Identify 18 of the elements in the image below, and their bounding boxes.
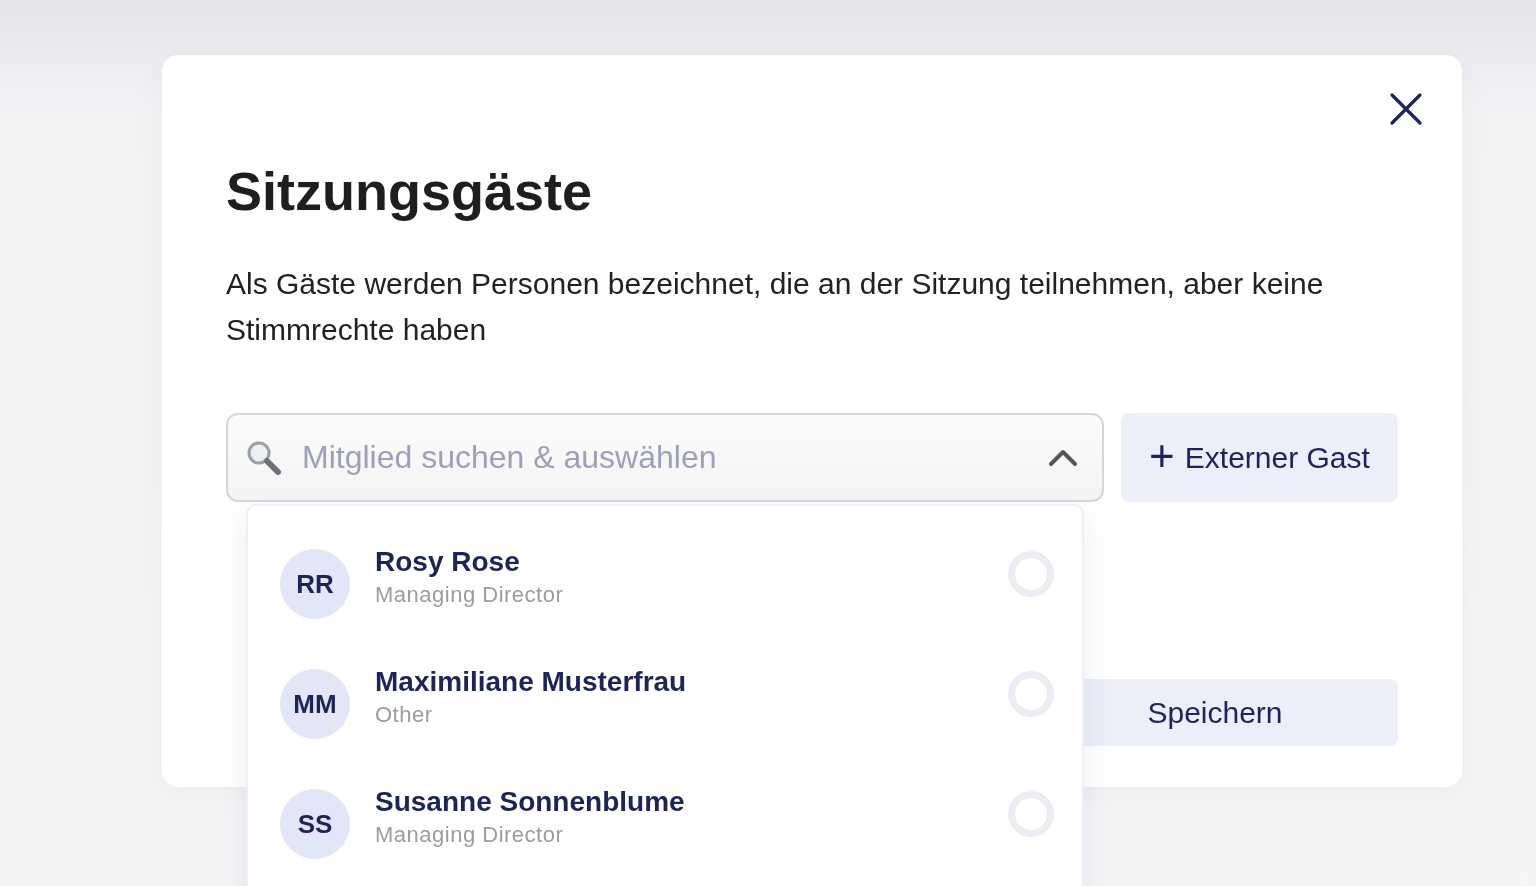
member-option[interactable]: RR Rosy Rose Managing Director [248,524,1082,644]
dialog-description: Als Gäste werden Personen bezeichnet, die an der Sitzung teilnehmen, aber keine Stimmrechte haben [226,266,1325,348]
member-option[interactable]: SS Susanne Sonnenblume Managing Director [248,764,1082,884]
close-button[interactable] [1388,91,1424,127]
add-external-guest-button[interactable]: + Externer Gast [1121,413,1398,502]
avatar: MM [280,669,350,739]
search-input[interactable]: Mitglied suchen & auswählen [300,438,1048,477]
member-name: Rosy Rose [375,546,521,578]
member-name: Susanne Sonnenblume [375,786,686,818]
dialog-title: Sitzungsgäste [226,160,594,223]
member-role: Other [375,702,434,728]
member-role: Managing Director [375,582,565,608]
member-role: Managing Director [375,822,565,848]
close-icon [1389,92,1423,126]
avatar: SS [280,789,350,859]
avatar: RR [280,549,350,619]
member-search-field[interactable]: Mitglied suchen & auswählen [226,413,1104,502]
member-name: Maximiliane Musterfrau [375,666,688,698]
